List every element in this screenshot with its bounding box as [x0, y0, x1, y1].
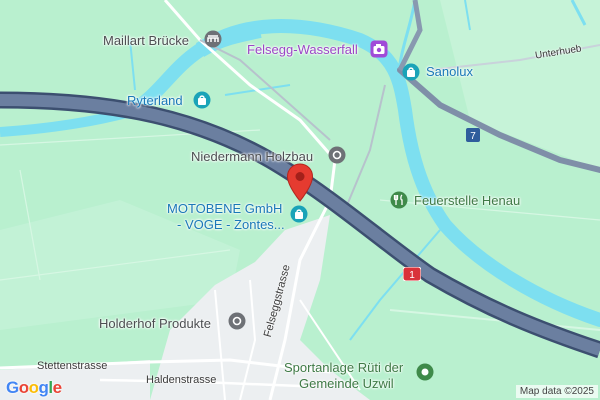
poi-label: Ryterland — [127, 93, 183, 108]
poi-label: Niedermann Holzbau — [191, 149, 314, 164]
street-label-stettenstrasse: Stettenstrasse — [37, 360, 108, 372]
google-logo-text: Google — [6, 378, 62, 397]
restaurant-icon — [390, 191, 408, 209]
map-attribution[interactable]: Map data ©2025 — [515, 385, 598, 398]
shopping-bag-icon — [290, 205, 308, 223]
bridge-icon — [204, 30, 222, 48]
park-icon — [416, 363, 434, 381]
svg-text:7: 7 — [470, 131, 476, 142]
map-canvas[interactable]: 7 1 Maillart Brücke Felsegg-Wasserfall S… — [0, 0, 600, 400]
route-7-shield: 7 — [466, 128, 480, 142]
poi-label: Maillart Brücke — [103, 33, 189, 48]
location-pin-icon[interactable] — [286, 163, 314, 203]
poi-label-line2: - VOGE - Zontes... — [177, 217, 285, 232]
camera-icon — [370, 40, 388, 58]
shopping-bag-icon — [402, 63, 420, 81]
poi-label-line1: Sportanlage Rüti der — [284, 360, 404, 375]
poi-label: Felsegg-Wasserfall — [247, 42, 358, 57]
poi-label: Feuerstelle Henau — [414, 193, 521, 208]
building-icon — [228, 312, 246, 330]
poi-label: Holderhof Produkte — [99, 316, 212, 331]
google-logo: Google — [6, 378, 62, 398]
svg-text:1: 1 — [409, 270, 415, 281]
building-icon — [328, 146, 346, 164]
poi-label-line2: Gemeinde Uzwil — [299, 376, 394, 391]
route-1-shield: 1 — [403, 267, 421, 281]
shopping-bag-icon — [193, 91, 211, 109]
poi-label: Sanolux — [426, 64, 473, 79]
poi-label-line1: MOTOBENE GmbH — [167, 201, 283, 216]
street-label-haldenstrasse: Haldenstrasse — [146, 374, 217, 386]
